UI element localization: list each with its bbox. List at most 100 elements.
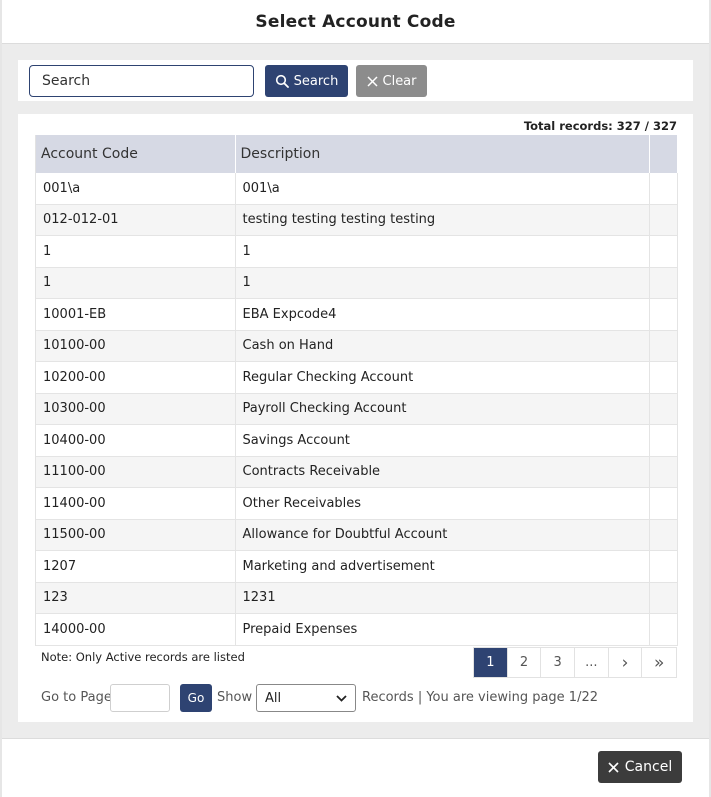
goto-page-input[interactable]: [110, 684, 170, 712]
description-cell: 1: [235, 267, 650, 299]
spacer-cell: [649, 298, 678, 331]
table-row[interactable]: 11100-00 Contracts Receivable: [36, 456, 678, 488]
table-row[interactable]: 001\a 001\a: [36, 173, 678, 205]
search-button[interactable]: Search: [265, 65, 348, 97]
account-code-cell: 11500-00: [36, 519, 236, 551]
table-row[interactable]: 10200-00 Regular Checking Account: [36, 361, 678, 394]
account-code-cell: 012-012-01: [36, 204, 236, 236]
account-code-cell: 1: [36, 267, 236, 299]
spacer-cell: [649, 582, 678, 614]
page-button-1[interactable]: 1: [474, 648, 508, 677]
account-code-cell: 10001-EB: [36, 298, 236, 331]
account-code-cell: 1207: [36, 550, 236, 583]
table-body: 001\a 001\a 012-012-01 testing testing test…: [36, 173, 678, 646]
chevron-right-icon: ›: [621, 652, 629, 673]
spacer-cell: [649, 487, 678, 520]
modal-header: Select Account Code: [2, 0, 709, 44]
pagination: 1 2 3 ... › »: [473, 647, 677, 678]
show-label: Show: [217, 690, 253, 705]
search-button-label: Search: [293, 73, 339, 89]
description-cell: Savings Account: [235, 424, 650, 457]
spacer-cell: [649, 393, 678, 425]
table-header-row: Account Code Description: [36, 135, 678, 173]
spacer-cell: [649, 519, 678, 551]
table-row[interactable]: 10001-EB EBA Expcode4: [36, 298, 678, 331]
spacer-cell: [649, 424, 678, 457]
table-row[interactable]: 11: [36, 235, 678, 268]
close-icon: [608, 761, 619, 773]
table-row[interactable]: 11400-00 Other Receivables: [36, 487, 678, 520]
last-page-button[interactable]: »: [642, 648, 676, 677]
active-records-note: Note: Only Active records are listed: [41, 650, 245, 664]
page-button-2[interactable]: 2: [508, 648, 542, 677]
description-cell: Contracts Receivable: [235, 456, 650, 488]
description-cell: Regular Checking Account: [235, 361, 650, 394]
select-account-code-modal: Select Account Code Search Clear Total r…: [2, 0, 709, 797]
spacer-cell: [649, 330, 678, 362]
description-cell: Marketing and advertisement: [235, 550, 650, 583]
cancel-button[interactable]: Cancel: [598, 751, 682, 783]
spacer-cell: [649, 361, 678, 394]
double-chevron-right-icon: »: [653, 652, 665, 673]
account-code-cell: 10100-00: [36, 330, 236, 362]
account-code-cell: 10200-00: [36, 361, 236, 394]
description-cell: testing testing testing testing: [235, 204, 650, 236]
clear-button[interactable]: Clear: [356, 65, 427, 97]
table-row[interactable]: 012-012-01 testing testing testing testin…: [36, 204, 678, 236]
spacer-cell: [649, 204, 678, 236]
table-row[interactable]: 14000-00 Prepaid Expenses: [36, 613, 678, 646]
description-cell: Allowance for Doubtful Account: [235, 519, 650, 551]
spacer-cell: [649, 173, 678, 205]
description-cell: 1: [235, 235, 650, 268]
account-code-cell: 123: [36, 582, 236, 614]
records-info: Records | You are viewing page 1/22: [362, 690, 598, 705]
table-row[interactable]: 10300-00 Payroll Checking Account: [36, 393, 678, 425]
description-cell: Payroll Checking Account: [235, 393, 650, 425]
close-icon: [366, 75, 378, 87]
description-cell: EBA Expcode4: [235, 298, 650, 331]
spacer-cell: [649, 267, 678, 299]
column-header-description[interactable]: Description: [235, 135, 650, 173]
column-header-account-code[interactable]: Account Code: [36, 135, 236, 173]
table-row[interactable]: 1207 Marketing and advertisement: [36, 550, 678, 583]
search-panel: Search Clear: [18, 60, 693, 101]
account-code-cell: 1: [36, 235, 236, 268]
search-input[interactable]: [29, 65, 254, 97]
grid-panel: Total records: 327 / 327 Account Code De…: [18, 114, 693, 722]
clear-button-label: Clear: [382, 73, 417, 89]
table-row[interactable]: 11500-00 Allowance for Doubtful Account: [36, 519, 678, 551]
spacer-cell: [649, 235, 678, 268]
next-page-button[interactable]: ›: [609, 648, 643, 677]
description-cell: 1231: [235, 582, 650, 614]
spacer-cell: [649, 550, 678, 583]
account-code-cell: 14000-00: [36, 613, 236, 646]
account-code-cell: 11100-00: [36, 456, 236, 488]
table-wrapper: Account Code Description 001\a 001\a 012-0…: [35, 135, 678, 646]
account-code-table: Account Code Description 001\a 001\a 012-0…: [36, 135, 678, 646]
page-ellipsis[interactable]: ...: [575, 648, 609, 677]
total-records: Total records: 327 / 327: [523, 119, 677, 133]
account-code-cell: 11400-00: [36, 487, 236, 520]
chevron-down-icon: [336, 694, 347, 702]
spacer-cell: [649, 613, 678, 646]
modal-title: Select Account Code: [255, 11, 456, 32]
account-code-cell: 001\a: [36, 173, 236, 205]
goto-page-label: Go to Page: [41, 690, 112, 705]
description-cell: Other Receivables: [235, 487, 650, 520]
description-cell: Prepaid Expenses: [235, 613, 650, 646]
description-cell: 001\a: [235, 173, 650, 205]
account-code-cell: 10300-00: [36, 393, 236, 425]
account-code-cell: 10400-00: [36, 424, 236, 457]
table-row[interactable]: 123 1231: [36, 582, 678, 614]
description-cell: Cash on Hand: [235, 330, 650, 362]
table-row[interactable]: 10100-00 Cash on Hand: [36, 330, 678, 362]
go-button[interactable]: Go: [180, 684, 212, 712]
table-row[interactable]: 11: [36, 267, 678, 299]
table-row[interactable]: 10400-00 Savings Account: [36, 424, 678, 457]
cancel-button-label: Cancel: [624, 759, 673, 775]
column-header-spacer: [649, 135, 678, 173]
page-size-select[interactable]: All: [256, 684, 356, 712]
page-button-3[interactable]: 3: [541, 648, 576, 677]
search-icon: [275, 74, 289, 88]
modal-footer: Cancel: [2, 738, 709, 797]
